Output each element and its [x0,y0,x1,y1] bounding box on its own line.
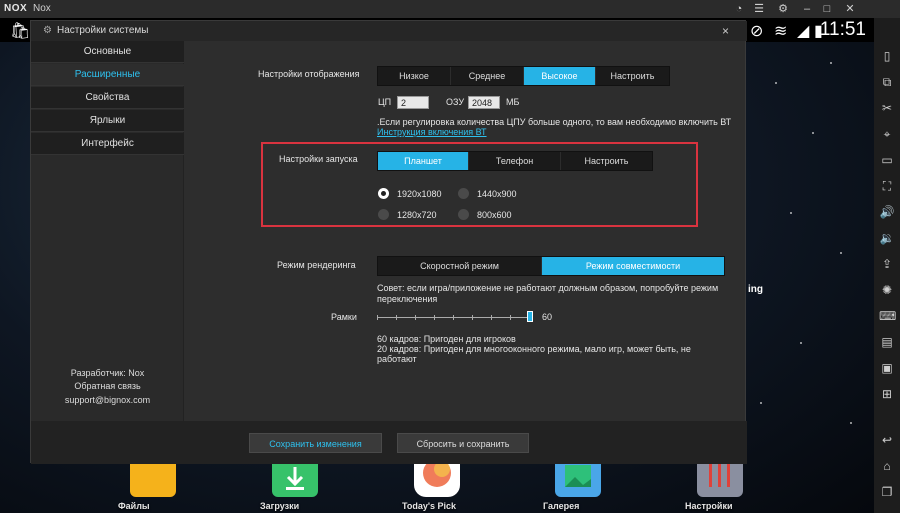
install-apk-icon[interactable]: ⇪ [879,256,895,272]
location-icon[interactable]: ⌖ [879,126,895,142]
partial-app-label: ing [748,284,763,295]
cpu-label: ЦП [378,97,392,107]
volume-down-icon[interactable]: 🔉 [879,230,895,246]
home-icon[interactable]: ⌂ [879,458,895,474]
title-bar: NOX Nox ◔ ☰ ⚙ – □ ✕ [0,0,900,18]
resolution-1440x900-label: 1440x900 [477,189,517,199]
startup-option-phone[interactable]: Телефон [469,152,561,170]
app-todays-pick[interactable]: Today's Pick [402,459,472,511]
app-files[interactable]: Файлы [118,463,188,511]
advanced-settings-panel: Настройки отображения Низкое Среднее Выс… [185,41,746,421]
screenshot-icon[interactable]: ⧉ [879,74,895,90]
close-button[interactable]: × [722,24,729,38]
scissors-icon[interactable]: ✂ [879,100,895,116]
radio-800x600[interactable] [458,209,469,220]
render-mode-label: Режим рендеринга [277,260,356,270]
nav-interface[interactable]: Интерфейс [31,133,184,155]
dialog-title: Настройки системы [57,25,149,36]
display-option-medium[interactable]: Среднее [451,67,524,85]
vt-instruction-link[interactable]: Инструкция включения ВТ [377,127,487,137]
macro-icon[interactable]: ▤ [879,334,895,350]
frames-note-20: 20 кадров: Пригоден для многооконного ре… [377,344,691,364]
recent-apps-icon[interactable]: ❐ [879,484,895,500]
frames-value: 60 [542,312,553,322]
developer-label: Разработчик: Nox [70,368,145,378]
dialog-header: ⚙ Настройки системы × [31,21,747,41]
phone-icon[interactable]: ▯ [879,48,895,64]
minimize-icon[interactable]: – [800,2,814,16]
reset-and-save-button[interactable]: Сбросить и сохранить [397,433,529,453]
frames-note-60: 60 кадров: Пригоден для игроков [377,334,516,344]
nav-advanced[interactable]: Расширенные [31,64,184,86]
system-settings-dialog: ⚙ Настройки системы × Основные Расширенн… [30,20,747,464]
display-settings-label: Настройки отображения [258,69,360,79]
cpu-input[interactable]: 2 [397,96,429,109]
render-tip: Совет: если игра/приложение не работают … [377,283,719,304]
notification-icon: 🛍 [10,23,31,40]
gear-icon: ⚙ [43,25,52,36]
app-gallery[interactable]: Галерея [543,463,613,511]
window-title: Nox [33,3,51,14]
ram-input[interactable]: 2048 [468,96,500,109]
back-icon[interactable]: ↩ [879,432,895,448]
close-window-icon[interactable]: ✕ [843,2,857,16]
render-option-compatibility[interactable]: Режим совместимости [542,257,724,275]
equalizer-icon [697,463,743,497]
save-changes-button[interactable]: Сохранить изменения [249,433,382,453]
signal-icon: ◢ [797,23,810,40]
maximize-icon[interactable]: □ [820,2,834,16]
render-option-speed[interactable]: Скоростной режим [378,257,542,275]
frames-slider-thumb[interactable] [527,311,533,322]
display-option-custom[interactable]: Настроить [596,67,669,85]
nav-shortcuts[interactable]: Ярлыки [31,110,184,132]
startup-option-tablet[interactable]: Планшет [378,152,469,170]
gallery-icon [555,463,601,497]
more-icon[interactable]: ⊞ [879,386,895,402]
account-icon[interactable]: ◔ [732,2,746,16]
download-icon [272,463,318,497]
nox-logo: NOX [4,3,28,14]
shake-icon[interactable]: ✺ [879,282,895,298]
startup-option-custom[interactable]: Настроить [561,152,652,170]
multi-instance-icon[interactable]: ▣ [879,360,895,376]
wifi-icon: ≋ [774,23,788,40]
frames-slider-track[interactable] [377,317,531,318]
emulator-window: NOX Nox ◔ ☰ ⚙ – □ ✕ 🛍 ⊘ ≋ ◢ ▮ 11:51 ing … [0,0,900,513]
clock: 11:51 [819,19,866,40]
support-email[interactable]: support@bignox.com [31,395,184,405]
ram-label: ОЗУ [446,97,465,107]
folder-icon [130,463,176,497]
dialog-footer: Сохранить изменения Сбросить и сохранить [31,421,747,464]
resolution-1920x1080-label: 1920x1080 [397,189,442,199]
menu-icon[interactable]: ☰ [752,2,766,16]
render-mode-selector: Скоростной режим Режим совместимости [377,256,725,276]
display-option-low[interactable]: Низкое [378,67,451,85]
fullscreen-icon[interactable]: ⛶ [879,178,895,194]
app-settings[interactable]: Настройки [685,463,755,511]
keyboard-icon[interactable]: ⌨ [879,308,896,324]
resolution-1280x720-label: 1280x720 [397,210,437,220]
nav-properties[interactable]: Свойства [31,87,184,109]
frames-label: Рамки [331,312,357,322]
ram-unit: МБ [506,97,520,107]
radio-1920x1080[interactable] [378,188,389,199]
no-sim-icon: ⊘ [750,23,764,40]
display-quality-selector: Низкое Среднее Высокое Настроить [377,66,670,86]
settings-nav: Основные Расширенные Свойства Ярлыки Инт… [31,41,184,421]
feedback-link[interactable]: Обратная связь [31,381,184,391]
radio-1440x900[interactable] [458,188,469,199]
vt-note: .Если регулировка количества ЦПУ больше … [377,117,732,127]
startup-mode-selector: Планшет Телефон Настроить [377,151,653,171]
app-downloads[interactable]: Загрузки [260,463,330,511]
volume-up-icon[interactable]: 🔊 [879,204,895,220]
resolution-800x600-label: 800x600 [477,210,512,220]
screen-icon[interactable]: ▭ [879,152,895,168]
display-option-high[interactable]: Высокое [524,67,596,85]
todays-pick-icon [414,459,460,497]
nav-basic[interactable]: Основные [31,41,184,63]
startup-settings-label: Настройки запуска [279,154,358,164]
radio-1280x720[interactable] [378,209,389,220]
right-toolbar: ▯ ⧉ ✂ ⌖ ▭ ⛶ 🔊 🔉 ⇪ ✺ ⌨ ▤ ▣ ⊞ ↩ ⌂ ❐ [874,18,900,513]
settings-icon[interactable]: ⚙ [776,2,790,16]
